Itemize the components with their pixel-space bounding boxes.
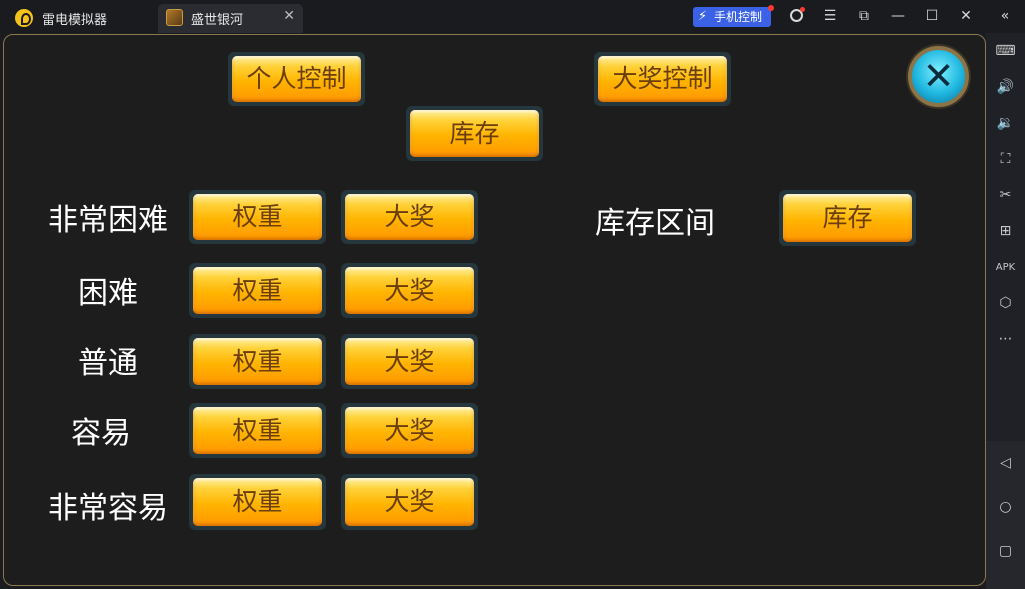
more-icon[interactable]: ⋯ (995, 329, 1016, 350)
jackpot-label: 大奖 (345, 478, 474, 526)
notification-dot (768, 5, 774, 11)
jackpot-label: 大奖 (345, 407, 474, 454)
menu-icon[interactable]: ☰ (820, 6, 840, 26)
app-logo-icon (15, 9, 33, 27)
scissors-icon[interactable]: ✂ (995, 185, 1016, 206)
phone-control-label: 手机控制 (714, 10, 763, 24)
add-icon[interactable]: ⊞ (995, 221, 1016, 242)
jackpot-label: 大奖 (345, 267, 474, 314)
jackpot-label: 大奖 (345, 194, 474, 240)
row-label: 普通 (78, 346, 138, 381)
emulator-sidebar: ⌨ 🔊 🔉 ⛶ ✂ ⊞ APK ⬡ ⋯ ◁ ○ ▢ (986, 33, 1025, 589)
screenshot-icon[interactable]: ⛶ (995, 149, 1016, 170)
inventory-label: 库存 (410, 110, 539, 157)
weight-label: 权重 (193, 338, 322, 385)
jackpot-control-button[interactable]: 大奖控制 (594, 52, 731, 106)
weight-button[interactable]: 权重 (189, 474, 326, 530)
weight-label: 权重 (193, 267, 322, 314)
app-title: 雷电模拟器 (42, 13, 108, 28)
jackpot-control-label: 大奖控制 (598, 56, 727, 102)
personal-control-button[interactable]: 个人控制 (228, 52, 365, 106)
inventory-range-button[interactable]: 库存 (779, 190, 916, 246)
nav-buttons: ◁ ○ ▢ (986, 441, 1025, 589)
jackpot-button[interactable]: 大奖 (341, 190, 478, 244)
close-icon: ✕ (922, 54, 955, 98)
jackpot-button[interactable]: 大奖 (341, 474, 478, 530)
weight-button[interactable]: 权重 (189, 190, 326, 244)
bolt-icon: ⚡ (698, 9, 708, 24)
apk-icon[interactable]: APK (995, 257, 1016, 278)
weight-button[interactable]: 权重 (189, 403, 326, 458)
close-button[interactable]: ✕ (908, 46, 969, 107)
popout-icon[interactable]: ⧉ (854, 6, 874, 26)
back-icon[interactable]: ◁ (995, 453, 1016, 474)
collapse-sidebar-icon[interactable]: « (995, 6, 1015, 26)
maximize-icon[interactable]: ☐ (922, 6, 942, 26)
row-label: 容易 (71, 416, 131, 451)
row-label: 困难 (78, 276, 138, 311)
tab-game[interactable]: 盛世银河 ✕ (158, 4, 303, 33)
settings-icon[interactable]: ⬡ (995, 293, 1016, 314)
tab-label: 盛世银河 (191, 13, 244, 28)
weight-button[interactable]: 权重 (189, 263, 326, 318)
home-icon[interactable]: ○ (995, 497, 1016, 518)
recent-apps-icon[interactable]: ▢ (995, 541, 1016, 562)
tab-close-icon[interactable]: ✕ (283, 8, 295, 24)
inventory-range-button-label: 库存 (783, 194, 912, 242)
volume-down-icon[interactable]: 🔉 (995, 113, 1016, 134)
jackpot-button[interactable]: 大奖 (341, 403, 478, 458)
jackpot-button[interactable]: 大奖 (341, 263, 478, 318)
jackpot-label: 大奖 (345, 338, 474, 385)
personal-control-label: 个人控制 (232, 56, 361, 102)
volume-up-icon[interactable]: 🔊 (995, 77, 1016, 98)
keyboard-icon[interactable]: ⌨ (995, 41, 1016, 62)
weight-label: 权重 (193, 478, 322, 526)
inventory-range-label: 库存区间 (595, 206, 715, 241)
game-icon (166, 9, 183, 26)
weight-label: 权重 (193, 194, 322, 240)
row-label: 非常容易 (48, 491, 168, 526)
title-bar: 雷电模拟器 盛世银河 ✕ ⚡ 手机控制 ☰ ⧉ — ☐ ✕ « (0, 0, 1025, 33)
weight-button[interactable]: 权重 (189, 334, 326, 389)
close-window-icon[interactable]: ✕ (956, 6, 976, 26)
inventory-button[interactable]: 库存 (406, 106, 543, 161)
minimize-icon[interactable]: — (888, 6, 908, 26)
user-account-icon[interactable] (786, 6, 806, 26)
jackpot-button[interactable]: 大奖 (341, 334, 478, 389)
weight-label: 权重 (193, 407, 322, 454)
row-label: 非常困难 (48, 203, 168, 238)
phone-control-button[interactable]: ⚡ 手机控制 (693, 5, 774, 27)
